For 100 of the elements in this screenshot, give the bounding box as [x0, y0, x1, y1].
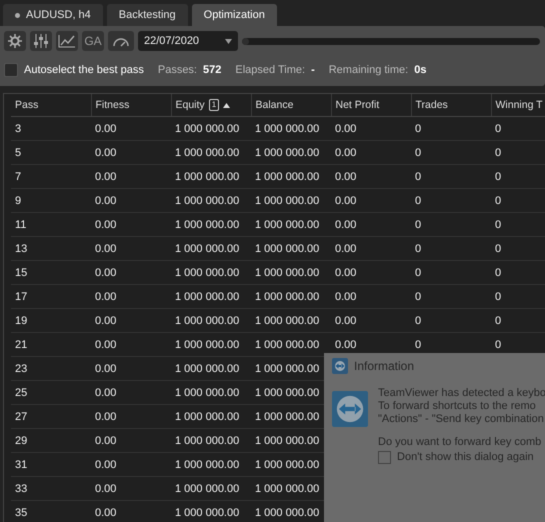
- dialog-question: Do you want to forward key comb: [378, 436, 542, 449]
- table-cell: 13: [11, 236, 91, 260]
- table-cell: 5: [11, 140, 91, 164]
- table-cell: 1 000 000.00: [171, 140, 251, 164]
- toolbar-button[interactable]: [56, 31, 78, 51]
- checkbox[interactable]: [378, 451, 392, 464]
- sort-index: 1: [208, 99, 220, 111]
- table-cell: 0: [411, 140, 491, 164]
- toolbar-button[interactable]: [108, 31, 134, 51]
- table-cell: 0: [491, 188, 545, 212]
- column-header[interactable]: Winning T: [491, 94, 545, 116]
- table-cell: 0: [491, 140, 545, 164]
- table-cell: 1 000 000.00: [251, 308, 331, 332]
- table-cell: 0.00: [91, 236, 171, 260]
- table-cell: 0: [491, 212, 545, 236]
- table-cell: 0: [411, 236, 491, 260]
- table-cell: 0.00: [331, 236, 411, 260]
- table-cell: 0.00: [91, 404, 171, 428]
- table-cell: 1 000 000.00: [251, 140, 331, 164]
- table-cell: 0.00: [91, 284, 171, 308]
- table-cell: 1 000 000.00: [171, 332, 251, 356]
- elapsed-label: Elapsed Time:: [235, 64, 306, 76]
- table-cell: 1 000 000.00: [251, 164, 331, 188]
- table-cell: 1 000 000.00: [251, 236, 331, 260]
- table-cell: 0.00: [91, 212, 171, 236]
- passes-label: Passes:: [158, 64, 197, 76]
- column-header[interactable]: Equity 1: [171, 94, 251, 116]
- remaining-label: Remaining time:: [328, 64, 408, 76]
- table-cell: 11: [11, 212, 91, 236]
- table-cell: 9: [11, 188, 91, 212]
- dialog-title: Information: [354, 359, 414, 373]
- toolbar-button[interactable]: [4, 31, 26, 51]
- table-cell: 31: [11, 452, 91, 476]
- column-title: Equity: [176, 99, 205, 111]
- table-cell: 1 000 000.00: [171, 308, 251, 332]
- table-cell: 1 000 000.00: [171, 260, 251, 284]
- table-cell: 0: [491, 236, 545, 260]
- tab[interactable]: Optimization: [192, 4, 277, 26]
- date-dropdown[interactable]: 22/07/2020: [138, 31, 238, 51]
- table-cell: 0: [411, 308, 491, 332]
- table-cell: 0.00: [331, 188, 411, 212]
- table-cell: 0.00: [331, 212, 411, 236]
- checkbox-label: Autoselect the best pass: [24, 64, 144, 76]
- table-cell: 0.00: [331, 260, 411, 284]
- table-cell: 1 000 000.00: [171, 428, 251, 452]
- table-cell: 0: [411, 260, 491, 284]
- column-header[interactable]: Trades: [411, 94, 491, 116]
- table-cell: 1 000 000.00: [171, 236, 251, 260]
- remaining-value: 0s: [414, 64, 426, 76]
- table-cell: 3: [11, 116, 91, 140]
- column-header[interactable]: Fitness: [91, 94, 171, 116]
- table-cell: 17: [11, 284, 91, 308]
- ga-button[interactable]: GA: [82, 31, 104, 51]
- table-cell: 0: [411, 212, 491, 236]
- table-cell: 1 000 000.00: [251, 260, 331, 284]
- table-cell: 1 000 000.00: [171, 476, 251, 500]
- table-cell: 1 000 000.00: [171, 404, 251, 428]
- table-cell: 0.00: [91, 332, 171, 356]
- table-cell: 0.00: [91, 164, 171, 188]
- table-cell: 0.00: [91, 476, 171, 500]
- table-cell: 1 000 000.00: [171, 380, 251, 404]
- table-cell: 1 000 000.00: [171, 164, 251, 188]
- table-cell: 0: [491, 284, 545, 308]
- table-cell: 0: [491, 116, 545, 140]
- table-cell: 0: [411, 116, 491, 140]
- status-dot: [15, 12, 20, 18]
- table-cell: 27: [11, 404, 91, 428]
- table-cell: 1 000 000.00: [171, 284, 251, 308]
- app-logo-icon: [332, 358, 348, 374]
- column-header[interactable]: Pass: [11, 94, 91, 116]
- table-cell: 0.00: [91, 260, 171, 284]
- table-cell: 0: [411, 284, 491, 308]
- table-cell: 0.00: [331, 284, 411, 308]
- table-cell: 0.00: [91, 500, 171, 522]
- table-cell: 0: [411, 164, 491, 188]
- table-cell: 0: [411, 188, 491, 212]
- dialog-text: "Actions" - "Send key combination: [378, 413, 545, 426]
- tab[interactable]: Backtesting: [106, 4, 188, 26]
- passes-value: 572: [203, 64, 222, 76]
- table-cell: 0.00: [91, 356, 171, 380]
- checkbox[interactable]: [4, 63, 18, 77]
- table-cell: 21: [11, 332, 91, 356]
- line-chart-icon: [58, 34, 76, 48]
- column-header[interactable]: Balance: [251, 94, 331, 116]
- table-cell: 1 000 000.00: [251, 212, 331, 236]
- table-cell: 29: [11, 428, 91, 452]
- column-header[interactable]: Net Profit: [331, 94, 411, 116]
- table-cell: 0: [491, 260, 545, 284]
- table-cell: 0.00: [331, 164, 411, 188]
- table-cell: 0.00: [91, 452, 171, 476]
- table-cell: 0.00: [91, 140, 171, 164]
- table-cell: 1 000 000.00: [171, 452, 251, 476]
- table-cell: 1 000 000.00: [251, 116, 331, 140]
- table-cell: 1 000 000.00: [251, 188, 331, 212]
- toolbar-button[interactable]: [30, 31, 52, 51]
- table-cell: 1 000 000.00: [171, 500, 251, 522]
- table-cell: 1 000 000.00: [171, 212, 251, 236]
- table-cell: 0.00: [91, 188, 171, 212]
- table-cell: 0.00: [91, 308, 171, 332]
- tab[interactable]: AUDUSD, h4: [3, 4, 103, 26]
